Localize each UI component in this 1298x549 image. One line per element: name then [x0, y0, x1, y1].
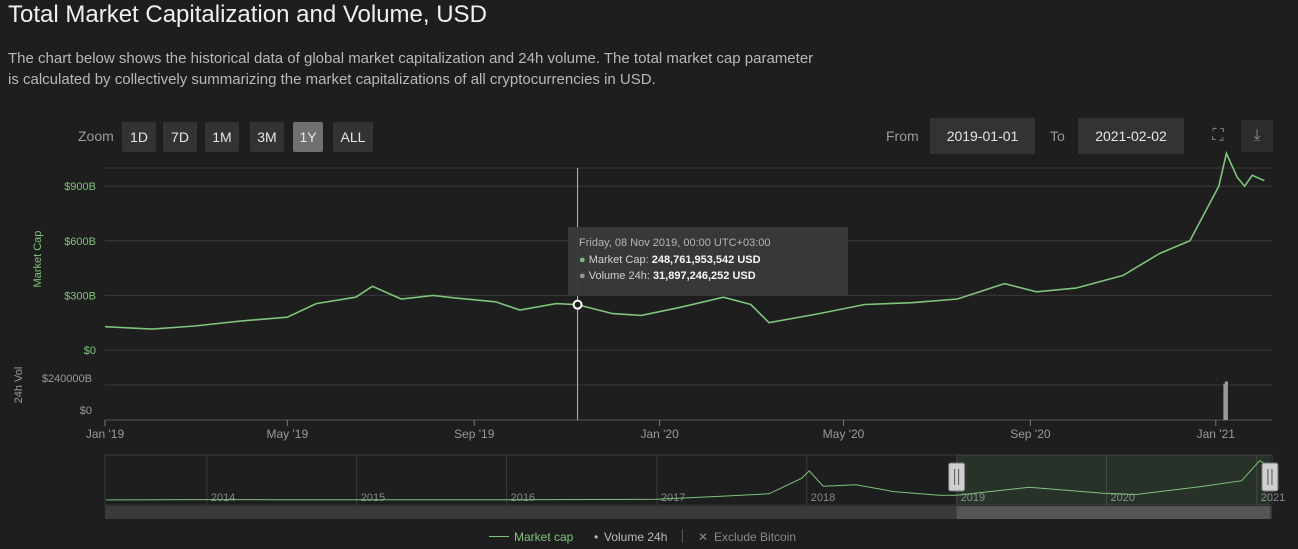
- legend-volume[interactable]: Volume 24h: [604, 530, 667, 544]
- tooltip-vol-label: Volume 24h:: [588, 270, 650, 282]
- y-axis-label: Market Cap: [32, 231, 44, 288]
- navigator-year-label: 2018: [811, 492, 835, 504]
- chart-tooltip: Friday, 08 Nov 2019, 00:00 UTC+03:00 ● M…: [568, 227, 848, 296]
- zoom-label: Zoom: [78, 128, 114, 144]
- navigator-selection: [956, 455, 1270, 505]
- y-tick-label: $300B: [64, 290, 96, 302]
- volume-bar: [1223, 383, 1227, 420]
- x-tick-label: Sep '20: [1010, 427, 1051, 441]
- tooltip-volume: ● Volume 24h: 31,897,246,252 USD: [579, 270, 756, 282]
- zoom-button-1y[interactable]: 1Y: [293, 122, 323, 152]
- page-title: Total Market Capitalization and Volume, …: [8, 1, 487, 28]
- download-icon[interactable]: ⤓: [1241, 120, 1273, 152]
- legend-volume-dot: •: [594, 530, 599, 544]
- navigator-year-label: 2017: [661, 492, 685, 504]
- legend-market-cap[interactable]: Market cap: [514, 530, 573, 544]
- navigator-scrollbar-thumb: [956, 506, 1270, 519]
- navigator-year-label: 2016: [511, 492, 535, 504]
- navigator-handle-right: [1261, 462, 1279, 492]
- tooltip-market-cap: ● Market Cap: 248,761,953,542 USD: [579, 254, 761, 266]
- tooltip-vol-value: 31,897,246,252 USD: [652, 270, 756, 282]
- x-tick-label: May '20: [823, 427, 865, 441]
- navigator-frame: [104, 454, 1273, 506]
- exclude-bitcoin-toggle[interactable]: Exclude Bitcoin: [714, 530, 796, 544]
- x-tick-label: Jan '20: [640, 427, 679, 441]
- x-tick-label: Sep '19: [454, 427, 495, 441]
- fullscreen-icon[interactable]: ⛶: [1202, 120, 1234, 152]
- x-tick-label: May '19: [267, 427, 309, 441]
- navigator-year-label: 2020: [1111, 492, 1135, 504]
- navigator-year-label: 2021: [1261, 492, 1285, 504]
- vol-tick-label: $0: [80, 405, 92, 417]
- vol-axis-label: 24h Vol: [13, 367, 25, 404]
- from-label: From: [886, 128, 919, 144]
- navigator-line: [106, 460, 1271, 501]
- hover-marker: [572, 299, 583, 310]
- tooltip-mcap-value: 248,761,953,542 USD: [651, 254, 761, 266]
- zoom-button-all[interactable]: ALL: [333, 122, 373, 152]
- navigator-year-label: 2015: [361, 492, 385, 504]
- navigator-scrollbar: [105, 506, 1272, 519]
- x-tick-label: Jan '21: [1197, 427, 1236, 441]
- y-tick-label: $0: [84, 345, 96, 357]
- volume-bar: [1224, 381, 1228, 420]
- zoom-button-1d[interactable]: 1D: [122, 122, 156, 152]
- navigator-handle-left: [948, 462, 966, 492]
- x-tick-label: Jan '19: [86, 427, 125, 441]
- legend-divider: [682, 529, 683, 543]
- y-tick-label: $600B: [64, 236, 96, 248]
- from-date-input[interactable]: 2019-01-01: [930, 118, 1035, 154]
- zoom-button-1m[interactable]: 1M: [205, 122, 239, 152]
- tooltip-date: Friday, 08 Nov 2019, 00:00 UTC+03:00: [579, 237, 771, 249]
- to-label: To: [1050, 128, 1065, 144]
- vol-tick-label: $240000B: [42, 373, 92, 385]
- navigator-year-label: 2019: [961, 492, 985, 504]
- exclude-bitcoin-icon[interactable]: ✕: [698, 530, 708, 544]
- navigator-year-label: 2014: [211, 492, 235, 504]
- to-date-input[interactable]: 2021-02-02: [1078, 118, 1184, 154]
- zoom-button-7d[interactable]: 7D: [163, 122, 197, 152]
- page-description: The chart below shows the historical dat…: [8, 50, 814, 88]
- y-tick-label: $900B: [64, 181, 96, 193]
- zoom-button-3m[interactable]: 3M: [250, 122, 284, 152]
- legend-market-cap-swatch: [489, 536, 509, 537]
- tooltip-mcap-label: Market Cap:: [588, 254, 649, 266]
- chart-legend: Market cap • Volume 24h ✕ Exclude Bitcoi…: [0, 529, 1298, 549]
